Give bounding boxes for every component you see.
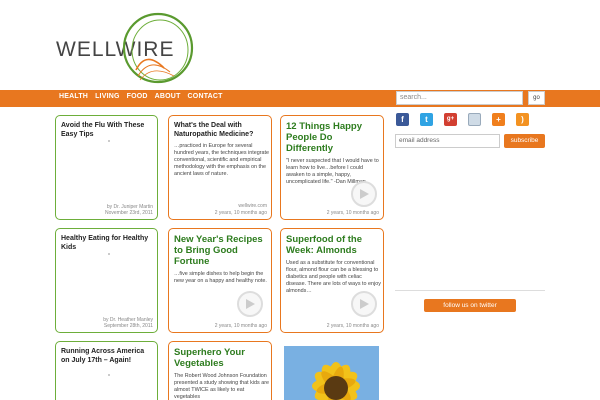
sunflower-image[interactable] <box>284 346 379 400</box>
card-age: 2 years, 10 months ago <box>214 210 267 216</box>
social-icons: f t g+ + ) <box>396 113 529 126</box>
twitter-icon[interactable]: t <box>420 113 433 126</box>
article-card[interactable]: What's the Deal with Naturopathic Medici… <box>168 115 272 220</box>
nav-food[interactable]: FOOD <box>127 93 148 100</box>
card-age: 2 years, 10 months ago <box>326 323 379 329</box>
arrow-right-icon[interactable] <box>351 181 377 207</box>
nav-bar: HEALTH LIVING FOOD ABOUT CONTACT search.… <box>0 90 600 107</box>
card-excerpt: Used as a substitute for conventional fl… <box>286 260 381 294</box>
nav-living[interactable]: LIVING <box>95 93 120 100</box>
card-date: September 28th, 2011 <box>103 323 153 329</box>
logo-ring-icon <box>122 12 194 84</box>
card-title[interactable]: New Year's Recipes to Bring Good Fortune <box>174 234 269 267</box>
card-title[interactable]: Superhero Your Vegetables <box>174 347 269 369</box>
card-excerpt: …practiced in Europe for several hundred… <box>174 143 269 177</box>
article-card[interactable]: Superhero Your Vegetables The Robert Woo… <box>168 341 272 400</box>
card-date: November 23rd, 2011 <box>105 210 153 216</box>
subscribe-button[interactable]: subscribe <box>504 134 545 148</box>
card-title[interactable]: 12 Things Happy People Do Differently <box>286 121 381 154</box>
article-card[interactable]: Avoid the Flu With These Easy Tips by Dr… <box>55 115 158 220</box>
card-age: 2 years, 10 months ago <box>214 323 267 329</box>
card-excerpt: …five simple dishes to help begin the ne… <box>174 271 267 284</box>
card-title[interactable]: Healthy Eating for Healthy Kids <box>61 234 153 252</box>
card-title[interactable]: What's the Deal with Naturopathic Medici… <box>174 121 269 139</box>
search-input[interactable]: search... <box>396 91 523 105</box>
article-card[interactable]: Superfood of the Week: Almonds Used as a… <box>280 228 384 333</box>
card-meta: by Dr. Juniper Martin November 23rd, 201… <box>105 204 153 216</box>
email-field[interactable]: email address <box>395 134 500 148</box>
image-placeholder <box>108 253 110 255</box>
article-card[interactable]: Healthy Eating for Healthy Kids by Dr. H… <box>55 228 158 333</box>
article-card[interactable]: Running Across America on July 17th – Ag… <box>55 341 158 400</box>
facebook-icon[interactable]: f <box>396 113 409 126</box>
image-placeholder <box>108 140 110 142</box>
nav-about[interactable]: ABOUT <box>155 93 181 100</box>
card-title[interactable]: Superfood of the Week: Almonds <box>286 234 381 256</box>
card-title[interactable]: Avoid the Flu With These Easy Tips <box>61 121 153 139</box>
article-card[interactable]: 12 Things Happy People Do Differently "I… <box>280 115 384 220</box>
card-meta: by Dr. Heather Manley September 28th, 20… <box>103 317 153 329</box>
nav-health[interactable]: HEALTH <box>59 93 88 100</box>
follow-twitter-button[interactable]: follow us on twitter <box>424 299 516 312</box>
image-placeholder <box>108 374 110 376</box>
wellwire-logo[interactable]: WELLWIRE <box>56 10 196 88</box>
nav-links: HEALTH LIVING FOOD ABOUT CONTACT <box>59 93 223 100</box>
rss-icon[interactable]: ) <box>516 113 529 126</box>
card-title[interactable]: Running Across America on July 17th – Ag… <box>61 347 153 365</box>
article-card[interactable]: New Year's Recipes to Bring Good Fortune… <box>168 228 272 333</box>
arrow-right-icon[interactable] <box>351 291 377 317</box>
nav-contact[interactable]: CONTACT <box>188 93 223 100</box>
add-icon[interactable]: + <box>492 113 505 126</box>
card-excerpt: The Robert Wood Johnson Foundation prese… <box>174 373 269 400</box>
card-source-link[interactable]: wellwire.com <box>238 203 267 209</box>
google-plus-icon[interactable]: g+ <box>444 113 457 126</box>
sidebar-divider <box>395 290 545 291</box>
card-age: 2 years, 10 months ago <box>326 210 379 216</box>
arrow-right-icon[interactable] <box>237 291 263 317</box>
email-icon[interactable] <box>468 113 481 126</box>
go-button[interactable]: go <box>528 91 545 105</box>
